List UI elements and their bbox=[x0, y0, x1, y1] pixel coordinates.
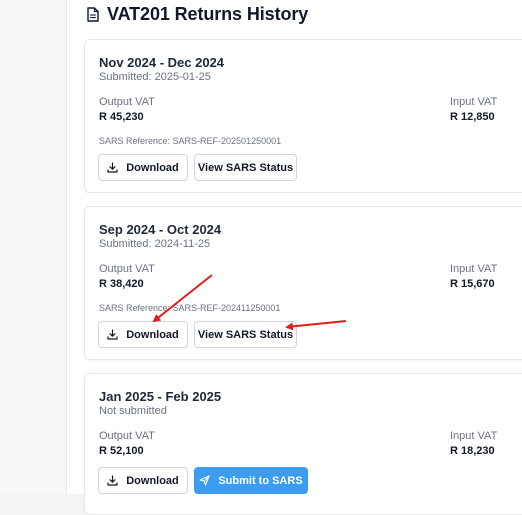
output-vat-value: R 45,230 bbox=[99, 111, 144, 123]
submit-to-sars-button[interactable]: Submit to SARS bbox=[194, 467, 308, 494]
view-sars-status-label: View SARS Status bbox=[197, 328, 294, 341]
input-vat-value: R 12,850 bbox=[450, 111, 495, 123]
submit-to-sars-label: Submit to SARS bbox=[218, 474, 303, 487]
input-vat-label: Input VAT bbox=[450, 430, 498, 442]
page-title: VAT201 Returns History bbox=[107, 3, 309, 24]
download-button[interactable]: Download bbox=[98, 321, 188, 348]
page-header: VAT201 Returns History bbox=[87, 3, 308, 25]
input-vat-label: Input VAT bbox=[450, 263, 498, 275]
return-period: Nov 2024 - Dec 2024 bbox=[99, 55, 225, 70]
left-rail bbox=[0, 0, 67, 494]
send-icon bbox=[199, 475, 210, 486]
input-vat-value: R 18,230 bbox=[450, 445, 495, 457]
input-vat-label: Input VAT bbox=[450, 96, 498, 108]
sars-reference: SARS Reference: SARS-REF-202501250001 bbox=[99, 136, 282, 146]
submission-status: Submitted: 2025-01-25 bbox=[99, 71, 211, 83]
return-period: Jan 2025 - Feb 2025 bbox=[99, 389, 222, 404]
output-vat-value: R 38,420 bbox=[99, 278, 144, 290]
download-button[interactable]: Download bbox=[98, 154, 188, 181]
download-icon bbox=[107, 329, 118, 340]
sars-reference: SARS Reference: SARS-REF-202411250001 bbox=[99, 303, 281, 313]
download-icon bbox=[107, 162, 118, 173]
download-button-label: Download bbox=[126, 328, 179, 341]
download-button-label: Download bbox=[126, 474, 179, 487]
output-vat-label: Output VAT bbox=[99, 263, 155, 275]
return-card: Nov 2024 - Dec 2024 Submitted: 2025-01-2… bbox=[84, 39, 522, 193]
output-vat-label: Output VAT bbox=[99, 430, 155, 442]
view-sars-status-label: View SARS Status bbox=[197, 161, 294, 174]
output-vat-value: R 52,100 bbox=[99, 445, 144, 457]
submission-status: Submitted: 2024-11-25 bbox=[99, 238, 211, 250]
submission-status: Not submitted bbox=[99, 405, 167, 417]
download-icon bbox=[107, 475, 118, 486]
return-card: Sep 2024 - Oct 2024 Submitted: 2024-11-2… bbox=[84, 206, 522, 360]
input-vat-value: R 15,670 bbox=[450, 278, 495, 290]
view-sars-status-button[interactable]: View SARS Status bbox=[194, 321, 297, 348]
document-icon bbox=[87, 6, 99, 22]
view-sars-status-button[interactable]: View SARS Status bbox=[194, 154, 297, 181]
download-button-label: Download bbox=[126, 161, 179, 174]
output-vat-label: Output VAT bbox=[99, 96, 155, 108]
download-button[interactable]: Download bbox=[98, 467, 188, 494]
return-period: Sep 2024 - Oct 2024 bbox=[99, 222, 222, 237]
